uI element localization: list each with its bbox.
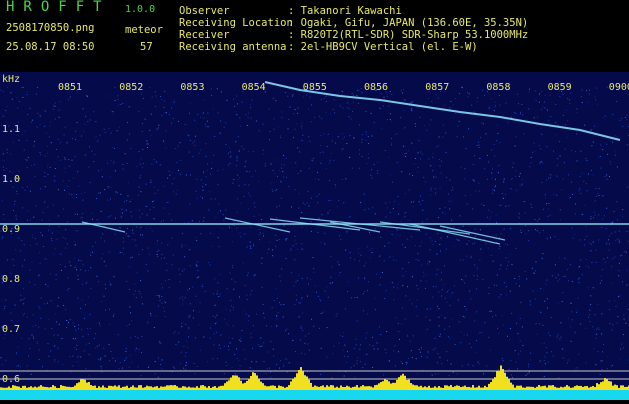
location-label: Receiving Location [179, 17, 293, 29]
time-tick-label: 0853 [180, 82, 204, 93]
spectrogram-background [0, 72, 629, 400]
freq-tick-label: 1.0 [2, 174, 20, 185]
freq-tick-label: 0.8 [2, 274, 20, 285]
time-tick-label: 0852 [119, 82, 143, 93]
file-name: 2508170850.png [6, 22, 95, 34]
time-tick-label: 0856 [364, 82, 388, 93]
time-tick-label: 0859 [548, 82, 572, 93]
time-tick-label: 0854 [242, 82, 266, 93]
freq-tick-label: 0.9 [2, 224, 20, 235]
freq-tick-label: 0.7 [2, 324, 20, 335]
spectrogram-plot: 0851085208530854085508560857085808590900… [0, 72, 629, 400]
app-title: HROFFT [6, 1, 111, 13]
location-value: : Ogaki, Gifu, JAPAN (136.60E, 35.35N) [288, 17, 528, 29]
antenna-label: Receiving antenna [179, 41, 286, 53]
spectrogram: 0851085208530854085508560857085808590900… [0, 72, 629, 400]
unit-label: kHz [2, 74, 20, 85]
time-tick-label: 0857 [425, 82, 449, 93]
time-tick-label: 0858 [486, 82, 510, 93]
meteor-label: meteor [125, 24, 163, 36]
time-tick-label: 0900 [609, 82, 629, 93]
freq-tick-label: 1.1 [2, 124, 20, 135]
receiver-label: Receiver [179, 29, 230, 41]
header-panel: HROFFT 1.0.0 2508170850.png 25.08.17 08:… [0, 0, 629, 72]
observer-label: Observer [179, 5, 230, 17]
app-version: 1.0.0 [125, 4, 155, 16]
time-tick-label: 0851 [58, 82, 82, 93]
activity-base [0, 390, 629, 400]
observer-value: : Takanori Kawachi [288, 5, 402, 17]
antenna-value: : 2el-HB9CV Vertical (el. E-W) [288, 41, 478, 53]
timestamp: 25.08.17 08:50 [6, 41, 95, 53]
meteor-count: 57 [140, 41, 153, 53]
receiver-value: : R820T2(RTL-SDR) SDR-Sharp 53.1000MHz [288, 29, 528, 41]
